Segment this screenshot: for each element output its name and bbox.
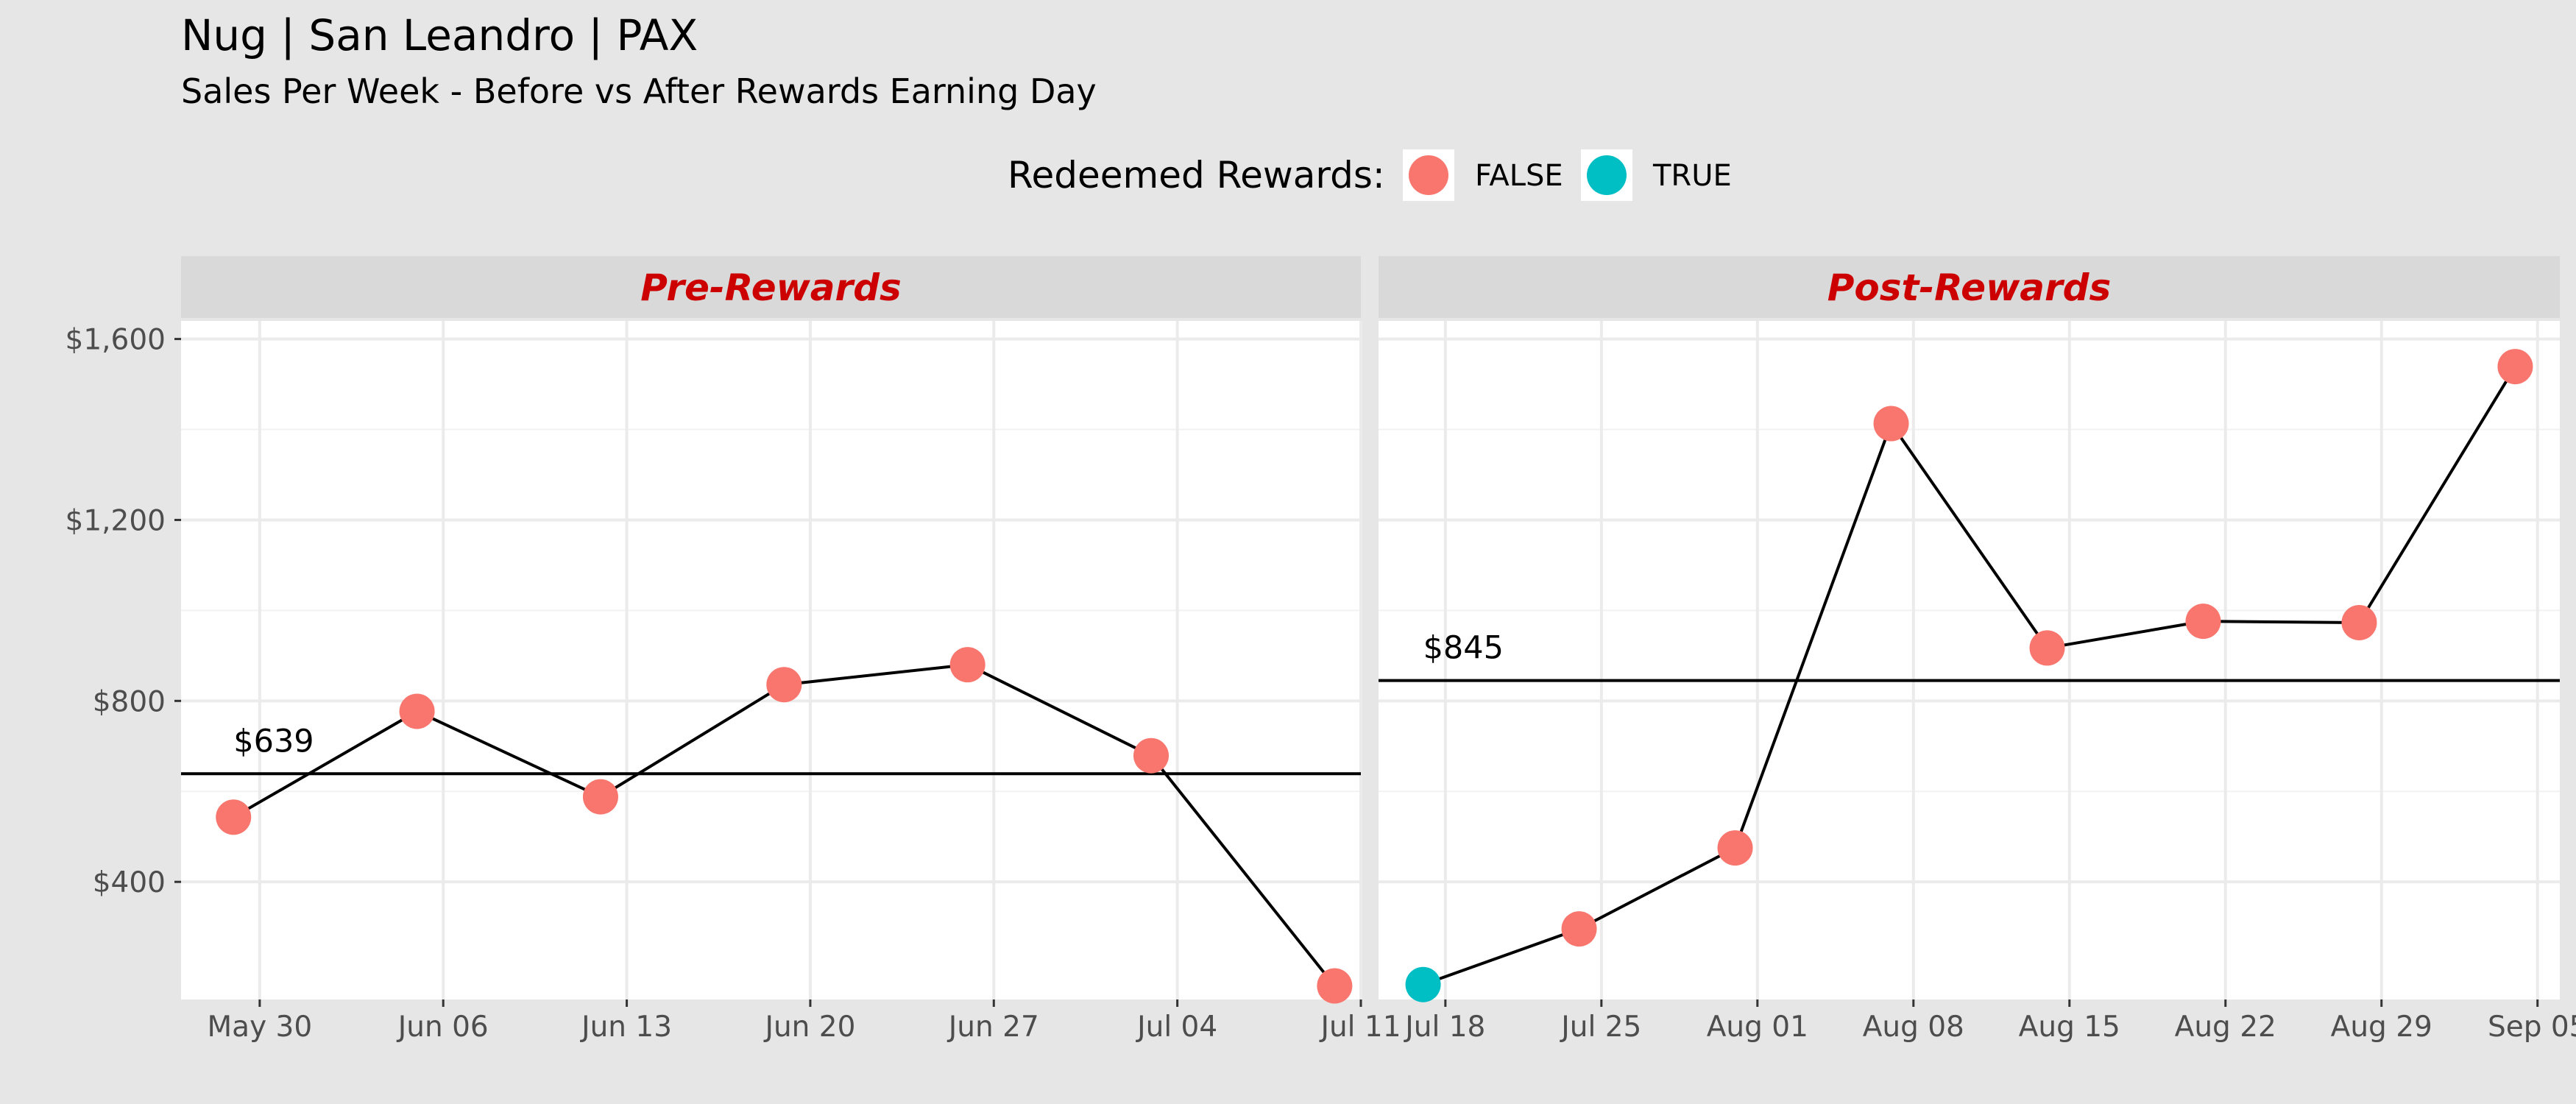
data-point xyxy=(766,667,802,703)
y-tick-label: $1,600 xyxy=(66,324,166,357)
x-tick-label: Jun 06 xyxy=(396,1011,489,1044)
data-point xyxy=(582,779,618,815)
chart-title: Nug | San Leandro | PAX xyxy=(181,10,698,60)
x-tick-label: Aug 22 xyxy=(2175,1011,2276,1044)
x-tick-label: Aug 08 xyxy=(1863,1011,1964,1044)
legend-key-dot xyxy=(1409,155,1448,195)
x-tick-label: Aug 15 xyxy=(2019,1011,2120,1044)
data-point xyxy=(1133,737,1170,774)
data-point xyxy=(1561,911,1597,947)
legend-title: Redeemed Rewards: xyxy=(1008,154,1385,197)
data-point xyxy=(216,799,252,835)
legend-label: FALSE xyxy=(1475,159,1563,193)
x-tick-label: Sep 05 xyxy=(2488,1011,2576,1044)
legend-key-dot xyxy=(1587,155,1627,195)
sales-chart: Nug | San Leandro | PAX Sales Per Week -… xyxy=(66,10,2576,1044)
x-tick-label: Jul 25 xyxy=(1559,1011,1641,1044)
y-tick-label: $1,200 xyxy=(66,504,166,537)
chart-panels: Pre-Rewards May 30 Jun 06 Jun 13 Jun 20 Jun 2… xyxy=(181,256,2576,1044)
x-tick-label: Aug 01 xyxy=(1707,1011,1808,1044)
x-tick-label: Jul 18 xyxy=(1403,1011,1485,1044)
y-axis: $400 $800 $1,200 $1,600 xyxy=(66,324,181,899)
legend: Redeemed Rewards: FALSE TRUE xyxy=(1008,149,1732,201)
x-tick-label: May 30 xyxy=(208,1011,313,1044)
x-tick-label: Aug 29 xyxy=(2331,1011,2432,1044)
y-tick-label: $800 xyxy=(93,685,166,718)
panel-background xyxy=(181,321,1361,999)
legend-label: TRUE xyxy=(1652,159,1732,193)
facet-strip-label: Post-Rewards xyxy=(1827,266,2111,309)
x-tick-label: Jun 20 xyxy=(762,1011,855,1044)
chart-subtitle: Sales Per Week - Before vs After Rewards… xyxy=(181,71,1097,111)
data-point xyxy=(949,647,986,683)
data-point xyxy=(399,693,435,729)
data-point xyxy=(2497,349,2533,385)
data-point xyxy=(1405,966,1441,1002)
data-point xyxy=(1317,968,1353,1004)
average-label: $639 xyxy=(233,723,314,760)
x-tick-label: Jun 27 xyxy=(946,1011,1039,1044)
data-point xyxy=(1873,406,1909,442)
x-tick-label: Jul 11 xyxy=(1318,1011,1401,1044)
data-point xyxy=(2341,604,2377,640)
data-point xyxy=(2185,604,2221,640)
y-tick-label: $400 xyxy=(93,866,166,899)
average-label: $845 xyxy=(1423,630,1504,667)
data-point xyxy=(1717,830,1753,866)
facet-strip-label: Pre-Rewards xyxy=(640,266,902,309)
x-tick-label: Jul 04 xyxy=(1135,1011,1217,1044)
panel-pre-rewards: Pre-Rewards May 30 Jun 06 Jun 13 Jun 20 Jun 2… xyxy=(181,256,1401,1044)
data-point xyxy=(2029,630,2065,666)
panel-post-rewards: Post-Rewards Jul 18 Jul 25 Aug 01 Aug 08 Aug … xyxy=(1379,256,2576,1044)
x-tick-label: Jun 13 xyxy=(579,1011,672,1044)
